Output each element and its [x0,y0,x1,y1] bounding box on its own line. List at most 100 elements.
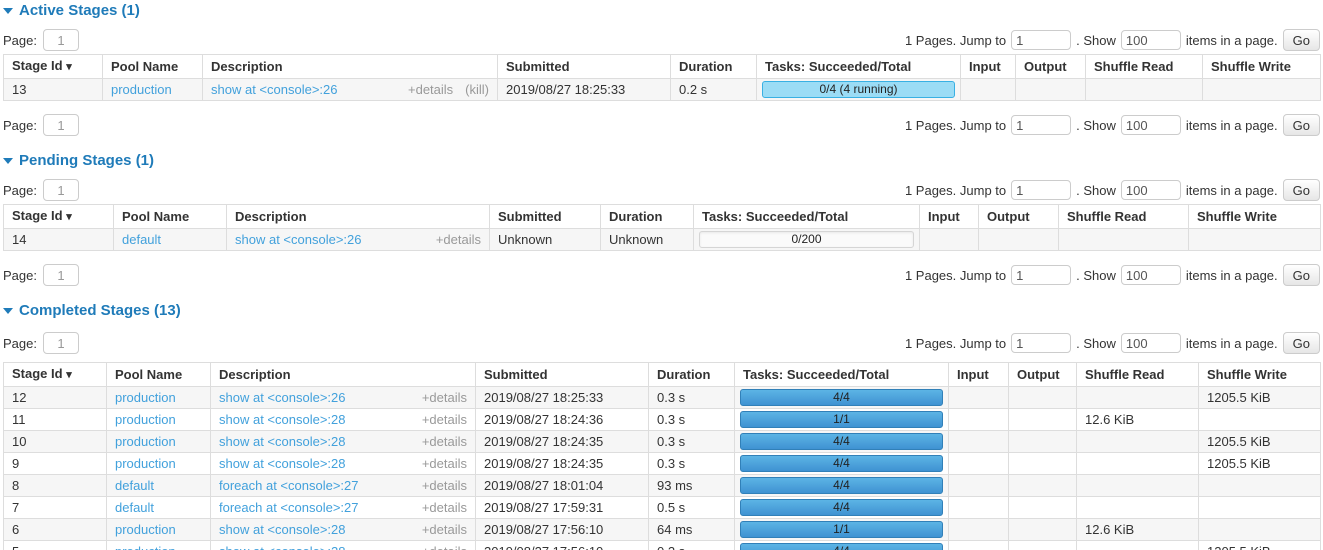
column-header-pool-name[interactable]: Pool Name [114,205,227,229]
pool-name-link[interactable]: production [115,412,176,427]
table-header-row: Stage Id ▾ Pool Name Description Submitt… [4,205,1321,229]
pages-count-label: 1 Pages. Jump to [905,183,1006,198]
submitted-cell: 2019/08/27 17:56:10 [476,519,649,541]
jump-to-page-input[interactable] [1011,115,1071,135]
pagination-row: Page: 1 Pages. Jump to . Show items in a… [3,29,1320,51]
table-row: 9productionshow at <console>:28+details2… [4,453,1321,475]
column-header-output[interactable]: Output [979,205,1059,229]
stage-id-cell: 7 [4,497,107,519]
column-header-output[interactable]: Output [1009,363,1077,387]
column-header-submitted[interactable]: Submitted [498,55,671,79]
column-header-stage-id[interactable]: Stage Id ▾ [4,205,114,229]
column-header-input[interactable]: Input [920,205,979,229]
items-per-page-input[interactable] [1121,115,1181,135]
pool-name-link[interactable]: default [115,500,154,515]
details-toggle[interactable]: +details [436,232,481,247]
column-header-tasks[interactable]: Tasks: Succeeded/Total [694,205,920,229]
column-header-pool-name[interactable]: Pool Name [107,363,211,387]
column-header-shuffle-read[interactable]: Shuffle Read [1086,55,1203,79]
column-header-pool-name[interactable]: Pool Name [103,55,203,79]
column-header-stage-id[interactable]: Stage Id ▾ [4,363,107,387]
sort-descending-icon: ▾ [66,211,72,223]
page-number-input[interactable] [43,332,79,354]
jump-to-page-input[interactable] [1011,180,1071,200]
stage-description-link[interactable]: show at <console>:28 [219,434,345,449]
shuffle-write-cell: 1205.5 KiB [1199,541,1321,550]
section-header-pending-stages[interactable]: Pending Stages (1) [3,152,1320,169]
column-header-description[interactable]: Description [227,205,490,229]
page-number-input[interactable] [43,179,79,201]
column-header-submitted[interactable]: Submitted [490,205,601,229]
column-header-input[interactable]: Input [961,55,1016,79]
pool-name-link[interactable]: production [115,434,176,449]
column-header-duration[interactable]: Duration [601,205,694,229]
pool-name-link[interactable]: production [115,456,176,471]
shuffle-write-cell [1199,519,1321,541]
section-header-completed-stages[interactable]: Completed Stages (13) [3,302,1320,319]
column-header-shuffle-write[interactable]: Shuffle Write [1203,55,1321,79]
items-per-page-input[interactable] [1121,333,1181,353]
page-number-input[interactable] [43,114,79,136]
go-button[interactable]: Go [1283,29,1320,51]
column-header-tasks[interactable]: Tasks: Succeeded/Total [757,55,961,79]
details-toggle[interactable]: +details [422,522,467,537]
go-button[interactable]: Go [1283,332,1320,354]
section-title-text: Active Stages (1) [19,2,140,19]
column-header-shuffle-write[interactable]: Shuffle Write [1189,205,1321,229]
stage-description-link[interactable]: show at <console>:28 [219,412,345,427]
details-toggle[interactable]: +details [422,390,467,405]
column-header-description[interactable]: Description [203,55,498,79]
column-header-shuffle-write[interactable]: Shuffle Write [1199,363,1321,387]
details-toggle[interactable]: +details [422,544,467,550]
items-per-page-input[interactable] [1121,30,1181,50]
pool-name-link[interactable]: production [111,82,172,97]
go-button[interactable]: Go [1283,179,1320,201]
column-header-duration[interactable]: Duration [671,55,757,79]
stage-description-link[interactable]: show at <console>:26 [235,232,361,247]
section-header-active-stages[interactable]: Active Stages (1) [3,2,1320,19]
stage-description-link[interactable]: show at <console>:28 [219,456,345,471]
stage-description-link[interactable]: show at <console>:28 [219,544,345,550]
stage-description-link[interactable]: show at <console>:26 [219,390,345,405]
input-cell [949,387,1009,409]
column-header-tasks[interactable]: Tasks: Succeeded/Total [735,363,949,387]
column-header-submitted[interactable]: Submitted [476,363,649,387]
column-header-description[interactable]: Description [211,363,476,387]
shuffle-write-cell: 1205.5 KiB [1199,453,1321,475]
submitted-cell: 2019/08/27 18:24:35 [476,431,649,453]
pool-name-link[interactable]: default [115,478,154,493]
column-header-input[interactable]: Input [949,363,1009,387]
pool-name-link[interactable]: production [115,522,176,537]
page-label: Page: [3,268,37,283]
details-toggle[interactable]: +details [422,456,467,471]
details-toggle[interactable]: +details [422,412,467,427]
pool-name-link[interactable]: production [115,544,176,550]
column-header-stage-id[interactable]: Stage Id ▾ [4,55,103,79]
items-per-page-input[interactable] [1121,180,1181,200]
details-toggle[interactable]: +details [422,478,467,493]
stage-description-link[interactable]: show at <console>:26 [211,82,337,97]
column-header-duration[interactable]: Duration [649,363,735,387]
pool-name-link[interactable]: production [115,390,176,405]
column-header-output[interactable]: Output [1016,55,1086,79]
jump-to-page-input[interactable] [1011,333,1071,353]
output-cell [1009,497,1077,519]
column-header-shuffle-read[interactable]: Shuffle Read [1059,205,1189,229]
details-toggle[interactable]: +details [408,82,453,97]
stage-description-link[interactable]: foreach at <console>:27 [219,478,359,493]
details-toggle[interactable]: +details [422,500,467,515]
kill-link[interactable]: (kill) [465,82,489,97]
details-toggle[interactable]: +details [422,434,467,449]
column-header-shuffle-read[interactable]: Shuffle Read [1077,363,1199,387]
sort-descending-icon: ▾ [66,369,72,381]
jump-to-page-input[interactable] [1011,30,1071,50]
go-button[interactable]: Go [1283,114,1320,136]
go-button[interactable]: Go [1283,264,1320,286]
pool-name-link[interactable]: default [122,232,161,247]
stage-description-link[interactable]: foreach at <console>:27 [219,500,359,515]
page-number-input[interactable] [43,264,79,286]
jump-to-page-input[interactable] [1011,265,1071,285]
items-per-page-input[interactable] [1121,265,1181,285]
stage-description-link[interactable]: show at <console>:28 [219,522,345,537]
page-number-input[interactable] [43,29,79,51]
